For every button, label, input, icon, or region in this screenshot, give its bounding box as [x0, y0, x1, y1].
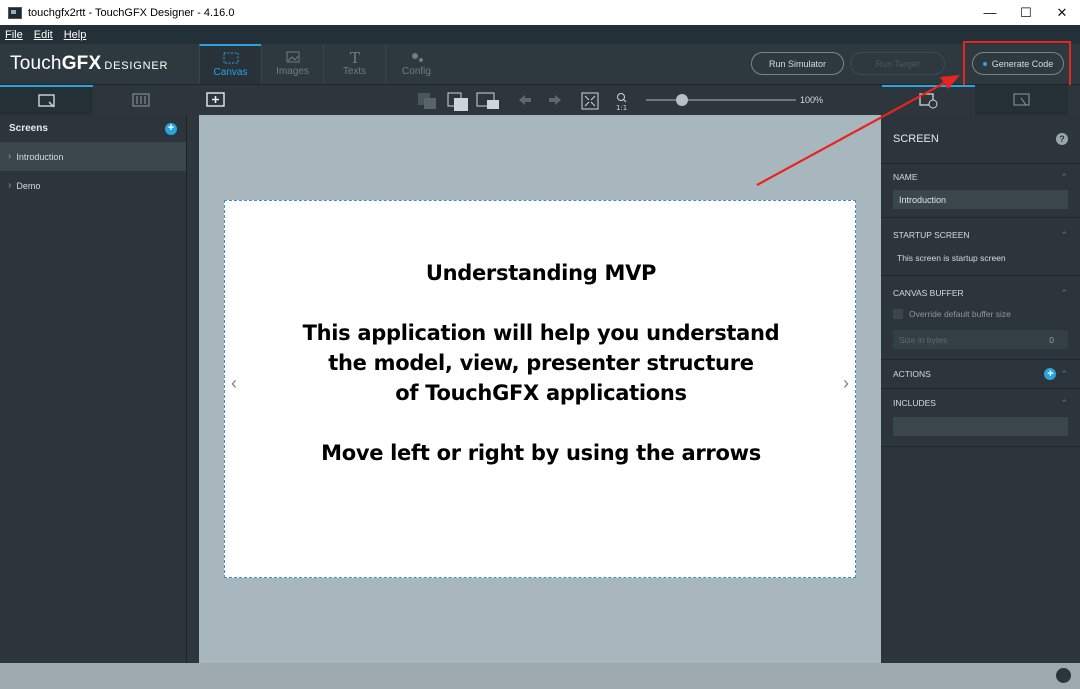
arrow-left-icon[interactable]: ‹: [231, 373, 237, 394]
help-icon[interactable]: ?: [1056, 133, 1068, 145]
zoom-icon: 1:1: [616, 93, 627, 112]
zoom-level: 100%: [800, 95, 824, 105]
app-icon: [8, 6, 22, 19]
tab-widgets[interactable]: [94, 85, 187, 115]
zoom-slider-handle[interactable]: [676, 94, 688, 106]
screen-select-icon: [37, 94, 55, 108]
status-bar: [0, 663, 1080, 689]
tab-canvas[interactable]: Canvas: [199, 44, 261, 84]
add-action-button[interactable]: +: [1044, 368, 1057, 380]
add-screen-button[interactable]: +: [165, 122, 177, 135]
highlight-box: [963, 41, 1071, 89]
tab-interactions[interactable]: [975, 85, 1068, 115]
buffer-size-field[interactable]: Size in bytes 0: [893, 330, 1068, 349]
arrow-right-icon[interactable]: ›: [843, 373, 849, 394]
menu-edit[interactable]: Edit: [34, 29, 53, 41]
add-widget-button[interactable]: [206, 92, 226, 111]
checkbox-box[interactable]: [893, 309, 903, 319]
canvas-icon: [223, 52, 239, 64]
startup-screen-text: This screen is startup screen: [897, 253, 1006, 263]
screen-item-demo[interactable]: › Demo: [0, 171, 186, 200]
window-title: touchgfx2rtt - TouchGFX Designer - 4.16.…: [28, 6, 235, 19]
properties-title: SCREEN: [893, 133, 939, 145]
collapse-icon[interactable]: ⌃: [1060, 398, 1068, 409]
run-simulator-button[interactable]: Run Simulator: [751, 52, 844, 75]
main-toolbar: TouchGFX DESIGNER Canvas Images T Texts C…: [0, 44, 1080, 85]
config-icon: [409, 51, 425, 63]
startup-screen-label: STARTUP SCREEN: [893, 230, 970, 240]
tab-properties[interactable]: [882, 85, 975, 115]
collapse-icon[interactable]: ⌃: [1060, 172, 1068, 183]
title-bar: touchgfx2rtt - TouchGFX Designer - 4.16.…: [0, 0, 1080, 25]
layer-button[interactable]: [476, 92, 500, 113]
tab-config[interactable]: Config: [385, 44, 447, 84]
collapse-icon[interactable]: ⌃: [1060, 230, 1068, 241]
canvas-area[interactable]: Understanding MVP This application will …: [199, 115, 881, 663]
tab-texts[interactable]: T Texts: [323, 44, 385, 84]
texts-icon: T: [347, 50, 363, 64]
svg-text:T: T: [350, 50, 360, 64]
body-text-line: of TouchGFX applications: [395, 381, 687, 405]
screens-title: Screens: [9, 123, 48, 134]
tab-screens[interactable]: [0, 85, 93, 115]
maximize-button[interactable]: ☐: [1008, 0, 1044, 25]
secondary-toolbar: 1:1 100%: [0, 85, 1080, 115]
run-target-button[interactable]: Run Target: [850, 52, 945, 75]
close-button[interactable]: ✕: [1044, 0, 1080, 25]
properties-icon: [918, 93, 937, 109]
zoom-slider-track[interactable]: [646, 99, 796, 101]
body-text-line: This application will help you understan…: [302, 321, 780, 345]
touchgfx-logo: TouchGFX DESIGNER: [10, 53, 169, 74]
redo-icon: [549, 95, 561, 105]
undo-icon: [519, 95, 531, 105]
screens-panel: Screens + › Introduction › Demo: [0, 115, 187, 663]
send-back-button[interactable]: [417, 92, 437, 113]
collapse-icon[interactable]: ⌃: [1060, 288, 1068, 299]
layer-back-icon: [418, 93, 436, 109]
bring-front-button[interactable]: [447, 92, 469, 115]
images-icon: [285, 51, 301, 63]
zoom-reset-button[interactable]: 1:1: [614, 92, 630, 115]
menu-file[interactable]: File: [5, 29, 23, 41]
screen-artboard[interactable]: Understanding MVP This application will …: [224, 200, 856, 578]
instruction-text: Move left or right by using the arrows: [321, 441, 761, 465]
chevron-right-icon: ›: [8, 151, 12, 162]
properties-panel: SCREEN ? NAME ⌃ Introduction STARTUP SCRE…: [881, 115, 1080, 663]
console-icon[interactable]: [1056, 668, 1071, 683]
svg-text:1:1: 1:1: [616, 104, 627, 112]
screen-item-introduction[interactable]: › Introduction: [0, 142, 186, 171]
screen-name-field[interactable]: Introduction: [893, 190, 1068, 209]
tab-images[interactable]: Images: [261, 44, 323, 84]
name-label: NAME: [893, 172, 918, 182]
collapse-icon[interactable]: ⌃: [1060, 369, 1068, 380]
widgets-icon: [132, 93, 149, 107]
add-icon: [206, 92, 225, 107]
canvas-buffer-label: CANVAS BUFFER: [893, 288, 964, 298]
minimize-button[interactable]: —: [972, 0, 1008, 25]
includes-field[interactable]: [893, 417, 1068, 436]
panel-splitter[interactable]: [187, 115, 199, 663]
redo-button[interactable]: [546, 92, 564, 111]
heading-text: Understanding MVP: [425, 261, 657, 285]
menu-bar: File Edit Help: [0, 25, 1080, 44]
fit-screen-icon: [581, 92, 599, 110]
body-text-line: the model, view, presenter structure: [328, 351, 754, 375]
fit-button[interactable]: [581, 92, 599, 113]
undo-button[interactable]: [516, 92, 534, 111]
layer-icon: [476, 92, 499, 109]
layer-front-icon: [447, 92, 468, 111]
actions-label: ACTIONS: [893, 369, 931, 379]
interactions-icon: [1013, 93, 1029, 106]
menu-help[interactable]: Help: [64, 29, 87, 41]
override-buffer-checkbox[interactable]: Override default buffer size: [893, 306, 1068, 322]
chevron-right-icon: ›: [8, 180, 12, 191]
includes-label: INCLUDES: [893, 398, 936, 408]
